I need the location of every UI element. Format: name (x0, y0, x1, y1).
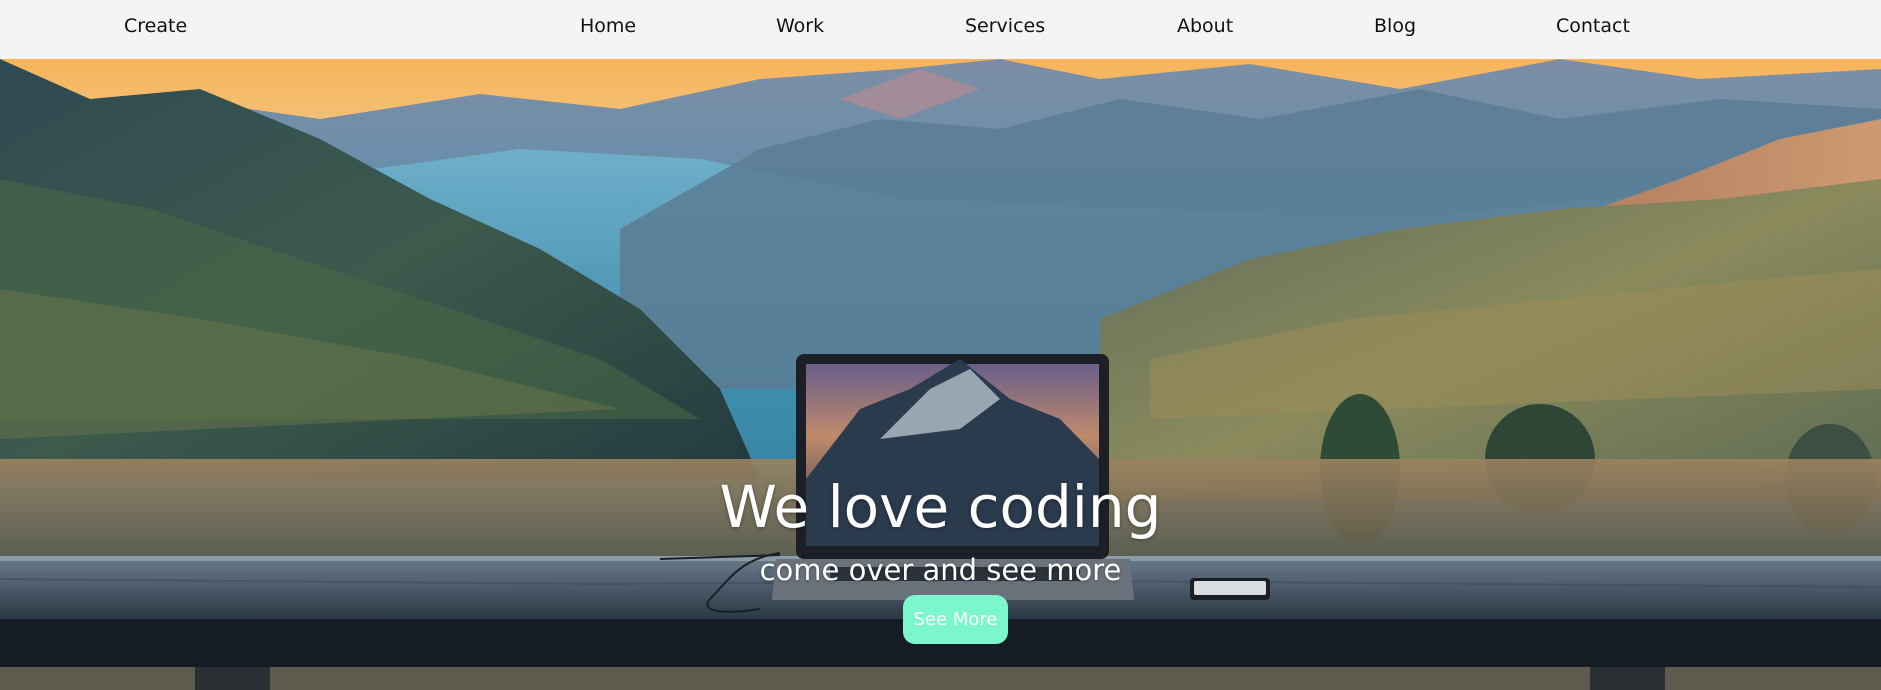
nav-link-about[interactable]: About (1177, 15, 1233, 37)
nav-link-work[interactable]: Work (776, 15, 824, 37)
nav-link-services[interactable]: Services (965, 15, 1045, 37)
nav-link-blog[interactable]: Blog (1374, 15, 1416, 37)
see-more-button[interactable]: See More (903, 595, 1008, 644)
hero-title: We love coding (719, 473, 1162, 541)
brand-logo-text[interactable]: Create (124, 15, 187, 37)
nav-link-home[interactable]: Home (580, 15, 636, 37)
hero-subtitle: come over and see more (759, 553, 1122, 587)
top-navbar: Create Home Work Services About Blog Con… (0, 0, 1881, 59)
nav-link-contact[interactable]: Contact (1556, 15, 1630, 37)
hero-section: We love coding come over and see more Se… (0, 59, 1881, 690)
